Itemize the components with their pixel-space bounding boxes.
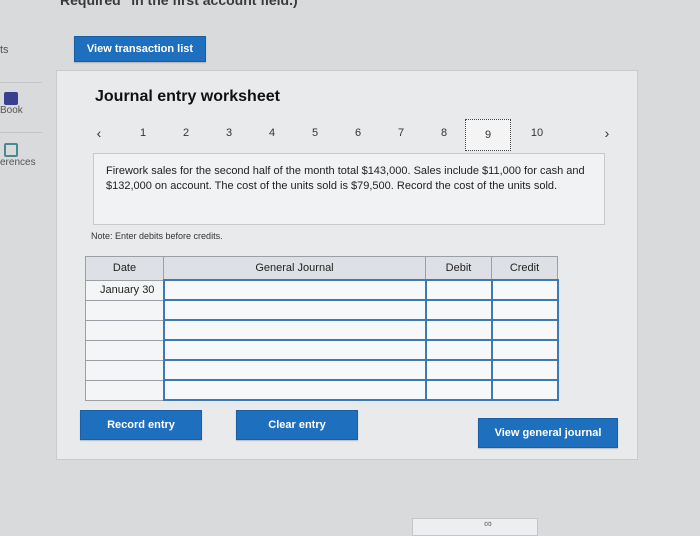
sidebar-divider — [0, 82, 42, 83]
sidebar-fragment: ts — [0, 44, 9, 56]
table-row — [85, 339, 559, 361]
account-input[interactable] — [162, 339, 427, 361]
account-input[interactable] — [162, 319, 427, 341]
debit-input[interactable] — [424, 279, 493, 301]
page-10[interactable]: 10 — [525, 123, 549, 143]
page-4[interactable]: 4 — [260, 123, 284, 143]
clear-entry-button[interactable]: Clear entry — [236, 410, 358, 440]
debit-input[interactable] — [424, 319, 493, 341]
table-row — [85, 299, 559, 321]
debit-input[interactable] — [424, 339, 493, 361]
date-cell — [85, 319, 164, 341]
page-6[interactable]: 6 — [346, 123, 370, 143]
sidebar-item-label: erences — [0, 157, 36, 168]
worksheet-title: Journal entry worksheet — [95, 88, 280, 105]
journal-entry-worksheet-panel: Journal entry worksheet ‹ 1 2 3 4 5 6 7 … — [56, 70, 638, 460]
next-page-icon[interactable]: › — [595, 123, 619, 143]
general-journal-header: General Journal — [163, 256, 426, 281]
account-input[interactable] — [162, 299, 427, 321]
credit-header: Credit — [491, 256, 558, 281]
credit-input[interactable] — [490, 379, 559, 401]
references-icon — [4, 143, 18, 157]
page-9[interactable]: 9 — [465, 119, 511, 151]
table-row — [85, 379, 559, 401]
sidebar-item-label: Book — [0, 105, 23, 116]
link-icon[interactable]: ∞ — [484, 518, 492, 530]
sidebar-divider — [0, 132, 42, 133]
journal-table-wrapper: Date General Journal Debit Credit Januar… — [85, 256, 559, 401]
book-icon — [4, 92, 18, 105]
problem-description: Firework sales for the second half of th… — [93, 153, 605, 225]
bottom-control[interactable] — [412, 518, 538, 536]
prev-page-icon[interactable]: ‹ — [87, 123, 111, 143]
date-cell — [85, 299, 164, 321]
journal-table: Date General Journal Debit Credit Januar… — [85, 256, 559, 401]
credit-input[interactable] — [490, 319, 559, 341]
view-transaction-list-button[interactable]: View transaction list — [74, 36, 206, 62]
table-row: January 30 — [85, 279, 559, 301]
record-entry-button[interactable]: Record entry — [80, 410, 202, 440]
page-1[interactable]: 1 — [131, 123, 155, 143]
account-input[interactable] — [162, 359, 427, 381]
worksheet-pager: ‹ 1 2 3 4 5 6 7 8 9 10 › — [87, 119, 619, 151]
credit-input[interactable] — [490, 359, 559, 381]
debit-input[interactable] — [424, 379, 493, 401]
view-general-journal-button[interactable]: View general journal — [478, 418, 618, 448]
debit-header: Debit — [425, 256, 492, 281]
credit-input[interactable] — [490, 339, 559, 361]
page-8[interactable]: 8 — [432, 123, 456, 143]
sidebar-item-book[interactable]: Book — [0, 92, 42, 116]
account-input[interactable] — [162, 379, 427, 401]
page-7[interactable]: 7 — [389, 123, 413, 143]
page-3[interactable]: 3 — [217, 123, 241, 143]
table-row — [85, 359, 559, 381]
credit-input[interactable] — [490, 299, 559, 321]
page-2[interactable]: 2 — [174, 123, 198, 143]
date-cell — [85, 359, 164, 381]
sidebar-item-references[interactable]: erences — [0, 143, 42, 168]
entry-note: Note: Enter debits before credits. — [91, 231, 223, 241]
date-header: Date — [85, 256, 164, 281]
instruction-banner: Required" in the first account field.) — [60, 0, 298, 8]
credit-input[interactable] — [490, 279, 559, 301]
debit-input[interactable] — [424, 299, 493, 321]
debit-input[interactable] — [424, 359, 493, 381]
account-input[interactable] — [162, 279, 427, 301]
date-cell — [85, 339, 164, 361]
date-cell[interactable]: January 30 — [85, 279, 164, 301]
page-5[interactable]: 5 — [303, 123, 327, 143]
table-row — [85, 319, 559, 341]
date-cell — [85, 379, 164, 401]
